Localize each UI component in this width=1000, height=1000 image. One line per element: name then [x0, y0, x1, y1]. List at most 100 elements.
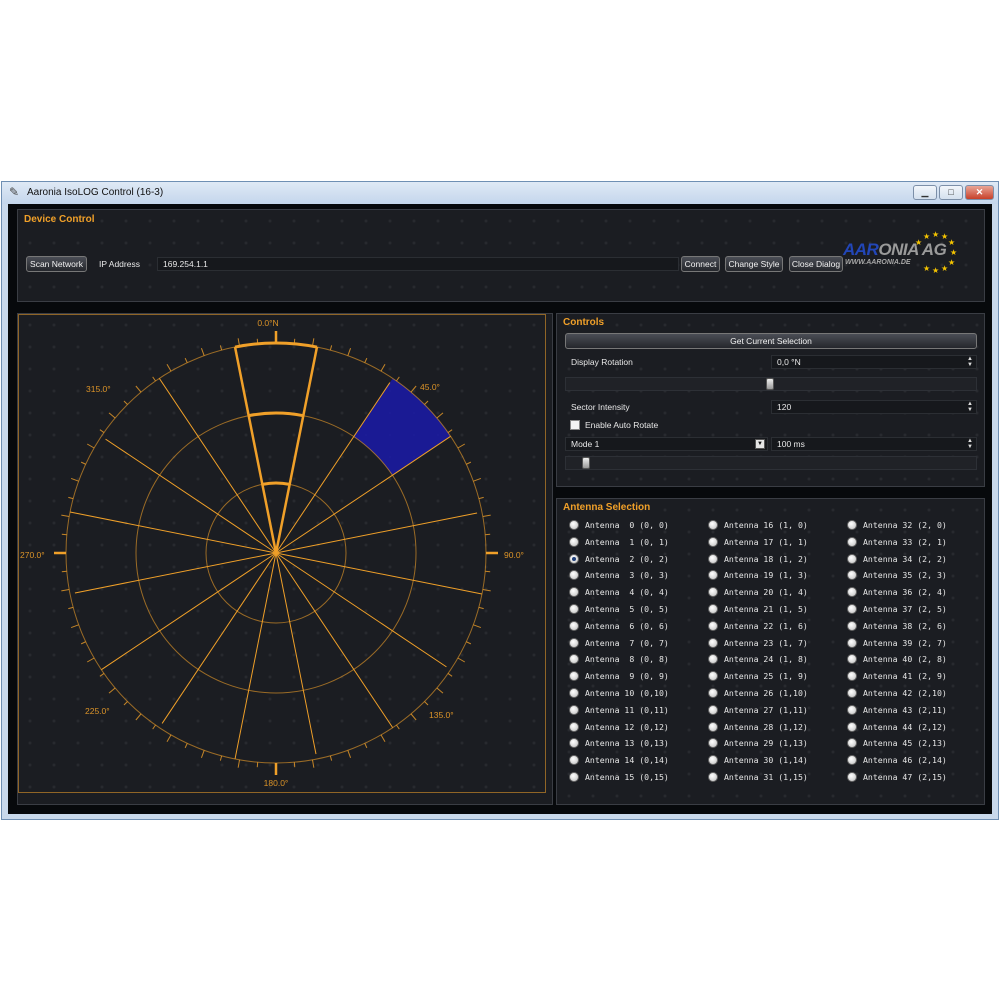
antenna-label-20[interactable]: Antenna 20 (1, 4) [724, 587, 808, 597]
polar-plot[interactable]: 0.0°N 45.0° 90.0° 135.0° 180.0° 225.0° 270.0° 3… [18, 314, 552, 804]
antenna-label-44[interactable]: Antenna 44 (2,12) [863, 722, 947, 732]
antenna-radio-20[interactable] [708, 587, 718, 598]
antenna-radio-15[interactable] [569, 772, 579, 782]
antenna-radio-33[interactable] [847, 536, 857, 547]
antenna-radio-42[interactable] [847, 688, 857, 698]
display-rotation-spinbox[interactable]: 0,0 °N ▲ ▼ [771, 355, 977, 369]
antenna-radio-3[interactable] [569, 570, 579, 581]
antenna-radio-8[interactable] [569, 654, 579, 665]
antenna-radio-17[interactable] [708, 536, 718, 547]
maximize-button[interactable]: □ [939, 185, 963, 200]
antenna-radio-46[interactable] [847, 755, 857, 766]
antenna-label-8[interactable]: Antenna 8 (0, 8) [585, 654, 669, 664]
antenna-label-23[interactable]: Antenna 23 (1, 7) [724, 638, 808, 648]
antenna-radio-44[interactable] [847, 721, 857, 732]
mode-dropdown[interactable]: Mode 1 ▼ [565, 437, 768, 451]
antenna-label-15[interactable]: Antenna 15 (0,15) [585, 772, 669, 782]
antenna-label-45[interactable]: Antenna 45 (2,13) [863, 738, 947, 748]
sector-intensity-spinbox[interactable]: 120 ▲ ▼ [771, 400, 977, 414]
close-window-button[interactable]: ✕ [965, 185, 994, 200]
spin-arrows-icon[interactable]: ▲ ▼ [967, 438, 973, 450]
antenna-label-38[interactable]: Antenna 38 (2, 6) [863, 621, 947, 631]
antenna-label-30[interactable]: Antenna 30 (1,14) [724, 755, 808, 765]
antenna-label-46[interactable]: Antenna 46 (2,14) [863, 755, 947, 765]
spin-arrows-icon[interactable]: ▲ ▼ [967, 401, 973, 413]
antenna-label-29[interactable]: Antenna 29 (1,13) [724, 738, 808, 748]
antenna-radio-14[interactable] [569, 755, 579, 766]
antenna-label-42[interactable]: Antenna 42 (2,10) [863, 688, 947, 698]
antenna-label-22[interactable]: Antenna 22 (1, 6) [724, 621, 808, 631]
antenna-radio-12[interactable] [569, 721, 579, 732]
antenna-label-17[interactable]: Antenna 17 (1, 1) [724, 537, 808, 547]
antenna-radio-1[interactable] [569, 536, 579, 547]
antenna-label-4[interactable]: Antenna 4 (0, 4) [585, 587, 669, 597]
antenna-radio-31[interactable] [708, 772, 718, 782]
antenna-label-25[interactable]: Antenna 25 (1, 9) [724, 671, 808, 681]
antenna-label-19[interactable]: Antenna 19 (1, 3) [724, 570, 808, 580]
antenna-radio-40[interactable] [847, 654, 857, 665]
antenna-radio-9[interactable] [569, 671, 579, 682]
antenna-radio-10[interactable] [569, 688, 579, 698]
antenna-radio-21[interactable] [708, 604, 718, 614]
antenna-label-26[interactable]: Antenna 26 (1,10) [724, 688, 808, 698]
antenna-label-16[interactable]: Antenna 16 (1, 0) [724, 520, 808, 530]
antenna-radio-11[interactable] [569, 704, 579, 715]
antenna-label-9[interactable]: Antenna 9 (0, 9) [585, 671, 669, 681]
antenna-radio-5[interactable] [569, 604, 579, 614]
antenna-label-5[interactable]: Antenna 5 (0, 5) [585, 604, 669, 614]
antenna-label-7[interactable]: Antenna 7 (0, 7) [585, 638, 669, 648]
antenna-radio-27[interactable] [708, 704, 718, 715]
antenna-label-27[interactable]: Antenna 27 (1,11) [724, 705, 808, 715]
antenna-label-12[interactable]: Antenna 12 (0,12) [585, 722, 669, 732]
antenna-radio-32[interactable] [847, 520, 857, 530]
antenna-radio-43[interactable] [847, 704, 857, 715]
close-dialog-button[interactable]: Close Dialog [789, 256, 843, 272]
rotation-slider-handle[interactable] [766, 378, 774, 390]
get-current-selection-button[interactable]: Get Current Selection [565, 333, 977, 349]
antenna-label-47[interactable]: Antenna 47 (2,15) [863, 772, 947, 782]
antenna-radio-35[interactable] [847, 570, 857, 581]
antenna-label-2[interactable]: Antenna 2 (0, 2) [585, 554, 669, 564]
antenna-label-33[interactable]: Antenna 33 (2, 1) [863, 537, 947, 547]
title-bar[interactable]: ✎ Aaronia IsoLOG Control (16-3) ▁ □ ✕ [2, 182, 998, 204]
minimize-button[interactable]: ▁ [913, 185, 937, 200]
antenna-label-31[interactable]: Antenna 31 (1,15) [724, 772, 808, 782]
antenna-radio-19[interactable] [708, 570, 718, 581]
antenna-label-21[interactable]: Antenna 21 (1, 5) [724, 604, 808, 614]
antenna-radio-36[interactable] [847, 587, 857, 598]
antenna-label-1[interactable]: Antenna 1 (0, 1) [585, 537, 669, 547]
interval-slider[interactable] [565, 456, 977, 470]
antenna-radio-28[interactable] [708, 721, 718, 732]
antenna-label-13[interactable]: Antenna 13 (0,13) [585, 738, 669, 748]
antenna-radio-16[interactable] [708, 520, 718, 530]
antenna-label-36[interactable]: Antenna 36 (2, 4) [863, 587, 947, 597]
antenna-label-39[interactable]: Antenna 39 (2, 7) [863, 638, 947, 648]
antenna-radio-24[interactable] [708, 654, 718, 665]
rotation-slider[interactable] [565, 377, 977, 391]
antenna-radio-13[interactable] [569, 738, 579, 749]
antenna-radio-6[interactable] [569, 620, 579, 631]
antenna-radio-45[interactable] [847, 738, 857, 749]
antenna-radio-22[interactable] [708, 620, 718, 631]
spin-arrows-icon[interactable]: ▲ ▼ [967, 356, 973, 368]
antenna-label-41[interactable]: Antenna 41 (2, 9) [863, 671, 947, 681]
interval-spinbox[interactable]: 100 ms ▲ ▼ [771, 437, 977, 451]
antenna-label-35[interactable]: Antenna 35 (2, 3) [863, 570, 947, 580]
antenna-radio-38[interactable] [847, 620, 857, 631]
chevron-down-icon[interactable]: ▼ [755, 439, 765, 449]
antenna-radio-0[interactable] [569, 520, 579, 530]
antenna-label-28[interactable]: Antenna 28 (1,12) [724, 722, 808, 732]
antenna-radio-47[interactable] [847, 772, 857, 782]
antenna-radio-34[interactable] [847, 553, 857, 564]
antenna-label-43[interactable]: Antenna 43 (2,11) [863, 705, 947, 715]
antenna-radio-7[interactable] [569, 637, 579, 648]
antenna-radio-25[interactable] [708, 671, 718, 682]
antenna-label-6[interactable]: Antenna 6 (0, 6) [585, 621, 669, 631]
ip-address-field[interactable]: 169.254.1.1 [157, 257, 679, 271]
change-style-button[interactable]: Change Style [725, 256, 783, 272]
antenna-label-3[interactable]: Antenna 3 (0, 3) [585, 570, 669, 580]
antenna-radio-29[interactable] [708, 738, 718, 749]
antenna-radio-39[interactable] [847, 637, 857, 648]
antenna-label-11[interactable]: Antenna 11 (0,11) [585, 705, 669, 715]
antenna-radio-30[interactable] [708, 755, 718, 766]
